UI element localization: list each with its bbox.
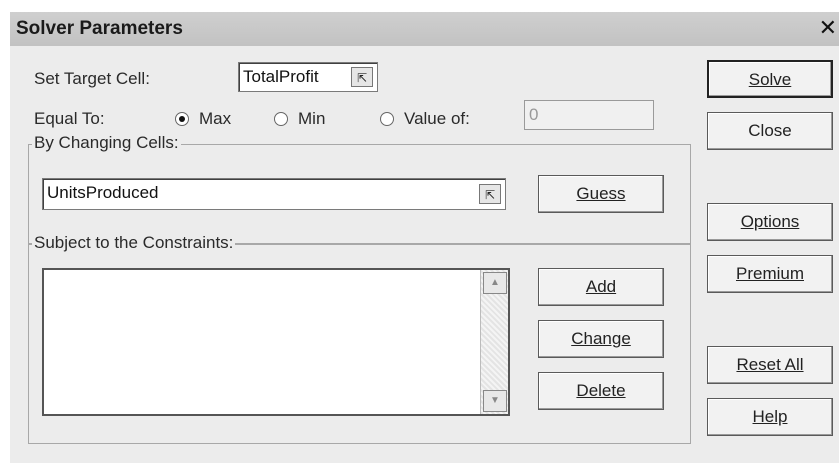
changing-cells-label: By Changing Cells: <box>32 133 181 153</box>
collapse-dialog-icon[interactable]: ⇱ <box>479 184 501 204</box>
delete-label: Delete <box>576 381 626 400</box>
options-button[interactable]: Options <box>707 203 833 241</box>
target-cell-value: TotalProfit <box>243 67 319 86</box>
close-button[interactable]: Close <box>707 112 833 150</box>
constraints-label: Subject to the Constraints: <box>32 233 236 253</box>
scroll-up-icon[interactable]: ▲ <box>483 272 507 294</box>
solver-dialog: Solver Parameters ✕ Set Target Cell: Tot… <box>10 12 839 463</box>
options-label: Options <box>740 212 800 231</box>
change-label: Change <box>571 329 631 348</box>
add-button[interactable]: Add <box>538 268 664 306</box>
delete-button[interactable]: Delete <box>538 372 664 410</box>
changing-cells-value: UnitsProduced <box>47 183 159 202</box>
equal-to-label: Equal To: <box>34 109 105 128</box>
radio-min[interactable] <box>274 112 288 126</box>
constraints-scrollbar[interactable]: ▲ ▼ <box>480 270 508 414</box>
guess-label: Guess <box>576 184 626 203</box>
changing-cells-input[interactable]: UnitsProduced ⇱ <box>42 178 506 210</box>
title-bar: Solver Parameters ✕ <box>10 12 839 46</box>
solve-button[interactable]: Solve <box>707 60 833 98</box>
radio-min-label: Min <box>298 109 326 128</box>
target-cell-label: Set Target Cell: <box>34 69 150 88</box>
radio-value-of-label: Value of: <box>404 109 470 128</box>
solve-label: Solve <box>748 70 792 89</box>
target-cell-input[interactable]: TotalProfit ⇱ <box>238 62 378 92</box>
premium-label: Premium <box>735 264 804 283</box>
dialog-title: Solver Parameters <box>16 18 183 39</box>
radio-max[interactable] <box>175 112 189 126</box>
collapse-dialog-icon[interactable]: ⇱ <box>351 67 373 87</box>
close-icon[interactable]: ✕ <box>819 15 837 41</box>
radio-value-of[interactable] <box>380 112 394 126</box>
premium-button[interactable]: Premium <box>707 255 833 293</box>
reset-all-button[interactable]: Reset All <box>707 346 833 384</box>
help-label: Help <box>752 407 788 426</box>
close-label: Close <box>748 121 792 140</box>
constraints-list[interactable]: ▲ ▼ <box>42 268 510 416</box>
add-label: Add <box>585 277 617 296</box>
help-button[interactable]: Help <box>707 398 833 436</box>
radio-max-label: Max <box>199 109 232 128</box>
change-button[interactable]: Change <box>538 320 664 358</box>
value-of-value: 0 <box>529 105 539 124</box>
reset-all-label: Reset All <box>736 355 804 374</box>
guess-button[interactable]: Guess <box>538 175 664 213</box>
value-of-input[interactable]: 0 <box>524 100 654 130</box>
scroll-down-icon[interactable]: ▼ <box>483 390 507 412</box>
